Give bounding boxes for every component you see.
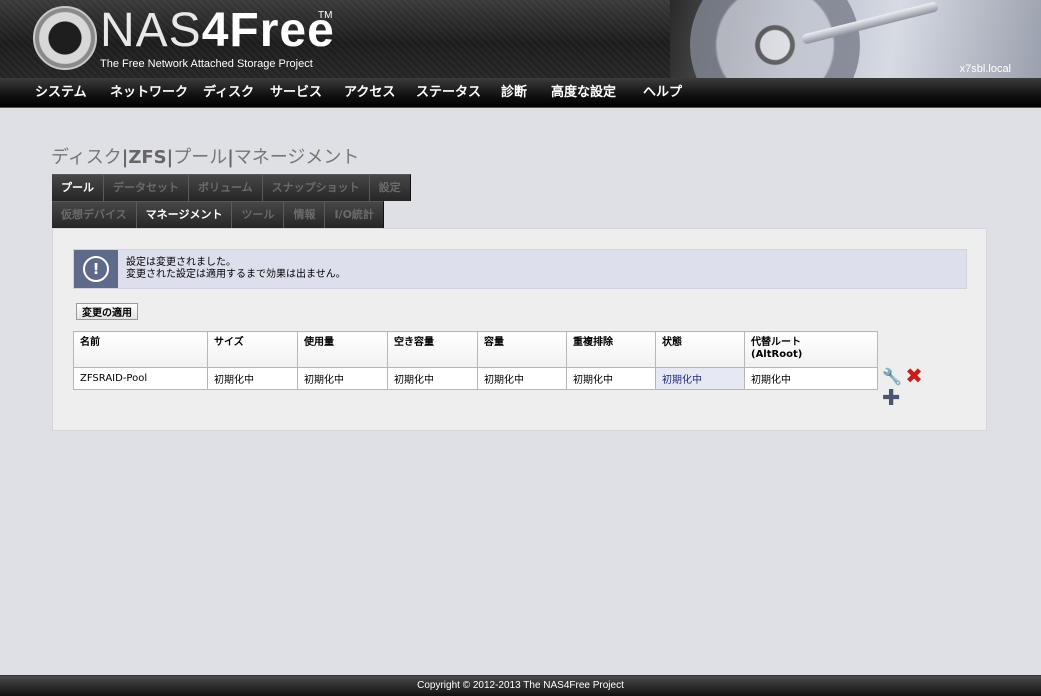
cell-status: 初期化中 [655, 367, 745, 390]
nav-item-services[interactable]: サービス [270, 78, 322, 108]
nav-item-status[interactable]: ステータス [416, 78, 481, 108]
logo-tagline: The Free Network Attached Storage Projec… [100, 58, 313, 70]
col-altroot-label: 代替ルート [751, 337, 801, 348]
logo-wordmark: NAS4Free [100, 4, 335, 58]
tab-datasets[interactable]: データセット [104, 174, 189, 201]
title-separator: | [227, 147, 234, 168]
col-altroot: 代替ルート (AltRoot) [744, 331, 878, 368]
title-zfs: ZFS [128, 147, 167, 168]
copyright-text: Copyright © 2012-2013 The NAS4Free Proje… [417, 680, 624, 691]
cell-altroot: 初期化中 [744, 367, 878, 390]
info-message-box: ! 設定は変更されました。 変更された設定は適用するまで効果は出ません。 [73, 249, 967, 289]
add-plus-icon[interactable]: ✚ [882, 388, 900, 410]
col-free: 空き容量 [387, 331, 478, 368]
hostname: x7sbl.local [959, 63, 1011, 75]
cell-used: 初期化中 [297, 367, 388, 390]
cell-dedup: 初期化中 [566, 367, 656, 390]
title-pools: プール [173, 147, 228, 168]
page-title: ディスク|ZFS|プール|マネージメント [51, 143, 359, 169]
logo-disc-icon [33, 6, 97, 70]
tab-virtual-devices[interactable]: 仮想デバイス [52, 201, 137, 228]
header: NAS4Free TM The Free Network Attached St… [0, 0, 1041, 78]
table-header-row: 名前 サイズ 使用量 空き容量 容量 重複排除 状態 代替ルート (AltRoot… [73, 331, 878, 368]
tab-management[interactable]: マネージメント [136, 201, 233, 228]
nav-item-advanced[interactable]: 高度な設定 [551, 78, 616, 108]
nav-item-help[interactable]: ヘルプ [643, 78, 682, 108]
tab-row-primary: プール データセット ボリューム スナップショット 設定 [52, 174, 411, 201]
main-nav: システム ネットワーク ディスク サービス アクセス ステータス 診断 高度な設… [0, 78, 1041, 108]
info-icon-container: ! [74, 250, 118, 288]
info-message-line2: 変更された設定は適用するまで効果は出ません。 [126, 269, 346, 280]
hdd-platter [690, 0, 860, 78]
info-icon: ! [83, 256, 109, 282]
tab-pools[interactable]: プール [52, 174, 104, 201]
col-capacity: 容量 [477, 331, 567, 368]
col-used: 使用量 [297, 331, 388, 368]
footer: Copyright © 2012-2013 The NAS4Free Proje… [0, 675, 1041, 696]
tab-io-statistics[interactable]: I/O統計 [325, 201, 384, 228]
nav-item-diagnostics[interactable]: 診断 [501, 78, 527, 108]
apply-changes-button[interactable]: 変更の適用 [76, 303, 138, 320]
cell-capacity: 初期化中 [477, 367, 567, 390]
cell-size: 初期化中 [207, 367, 298, 390]
nav-item-access[interactable]: アクセス [344, 78, 395, 108]
info-message-line1: 設定は変更されました。 [126, 257, 236, 268]
table-row: ZFSRAID-Pool 初期化中 初期化中 初期化中 初期化中 初期化中 初期… [73, 367, 878, 390]
cell-name: ZFSRAID-Pool [73, 367, 208, 390]
cell-free: 初期化中 [387, 367, 478, 390]
nav-item-disks[interactable]: ディスク [203, 78, 254, 108]
col-name: 名前 [73, 331, 208, 368]
col-dedup: 重複排除 [566, 331, 656, 368]
delete-x-icon[interactable]: ✖ [904, 366, 924, 387]
col-altroot-sub: (AltRoot) [751, 349, 803, 360]
logo-trademark: TM [318, 10, 333, 21]
nav-item-network[interactable]: ネットワーク [110, 78, 188, 108]
logo-4free: 4Free [201, 4, 335, 57]
tab-row-secondary: 仮想デバイス マネージメント ツール 情報 I/O統計 [52, 201, 384, 228]
logo-nas: NAS [100, 4, 202, 57]
tab-settings[interactable]: 設定 [369, 174, 411, 201]
nav-item-system[interactable]: システム [35, 78, 87, 108]
content-panel: ! 設定は変更されました。 変更された設定は適用するまで効果は出ません。 変更の… [52, 228, 987, 431]
wrench-icon[interactable]: 🔧 [882, 368, 902, 386]
col-size: サイズ [207, 331, 298, 368]
info-message: 設定は変更されました。 変更された設定は適用するまで効果は出ません。 [126, 257, 346, 281]
col-status: 状態 [655, 331, 745, 368]
tab-volumes[interactable]: ボリューム [189, 174, 263, 201]
tab-tools[interactable]: ツール [232, 201, 285, 228]
pool-table: 名前 サイズ 使用量 空き容量 容量 重複排除 状態 代替ルート (AltRoot… [73, 331, 878, 390]
title-management: マネージメント [233, 147, 360, 168]
tab-information[interactable]: 情報 [284, 201, 326, 228]
tab-snapshots[interactable]: スナップショット [262, 174, 370, 201]
title-disks: ディスク [51, 147, 122, 168]
